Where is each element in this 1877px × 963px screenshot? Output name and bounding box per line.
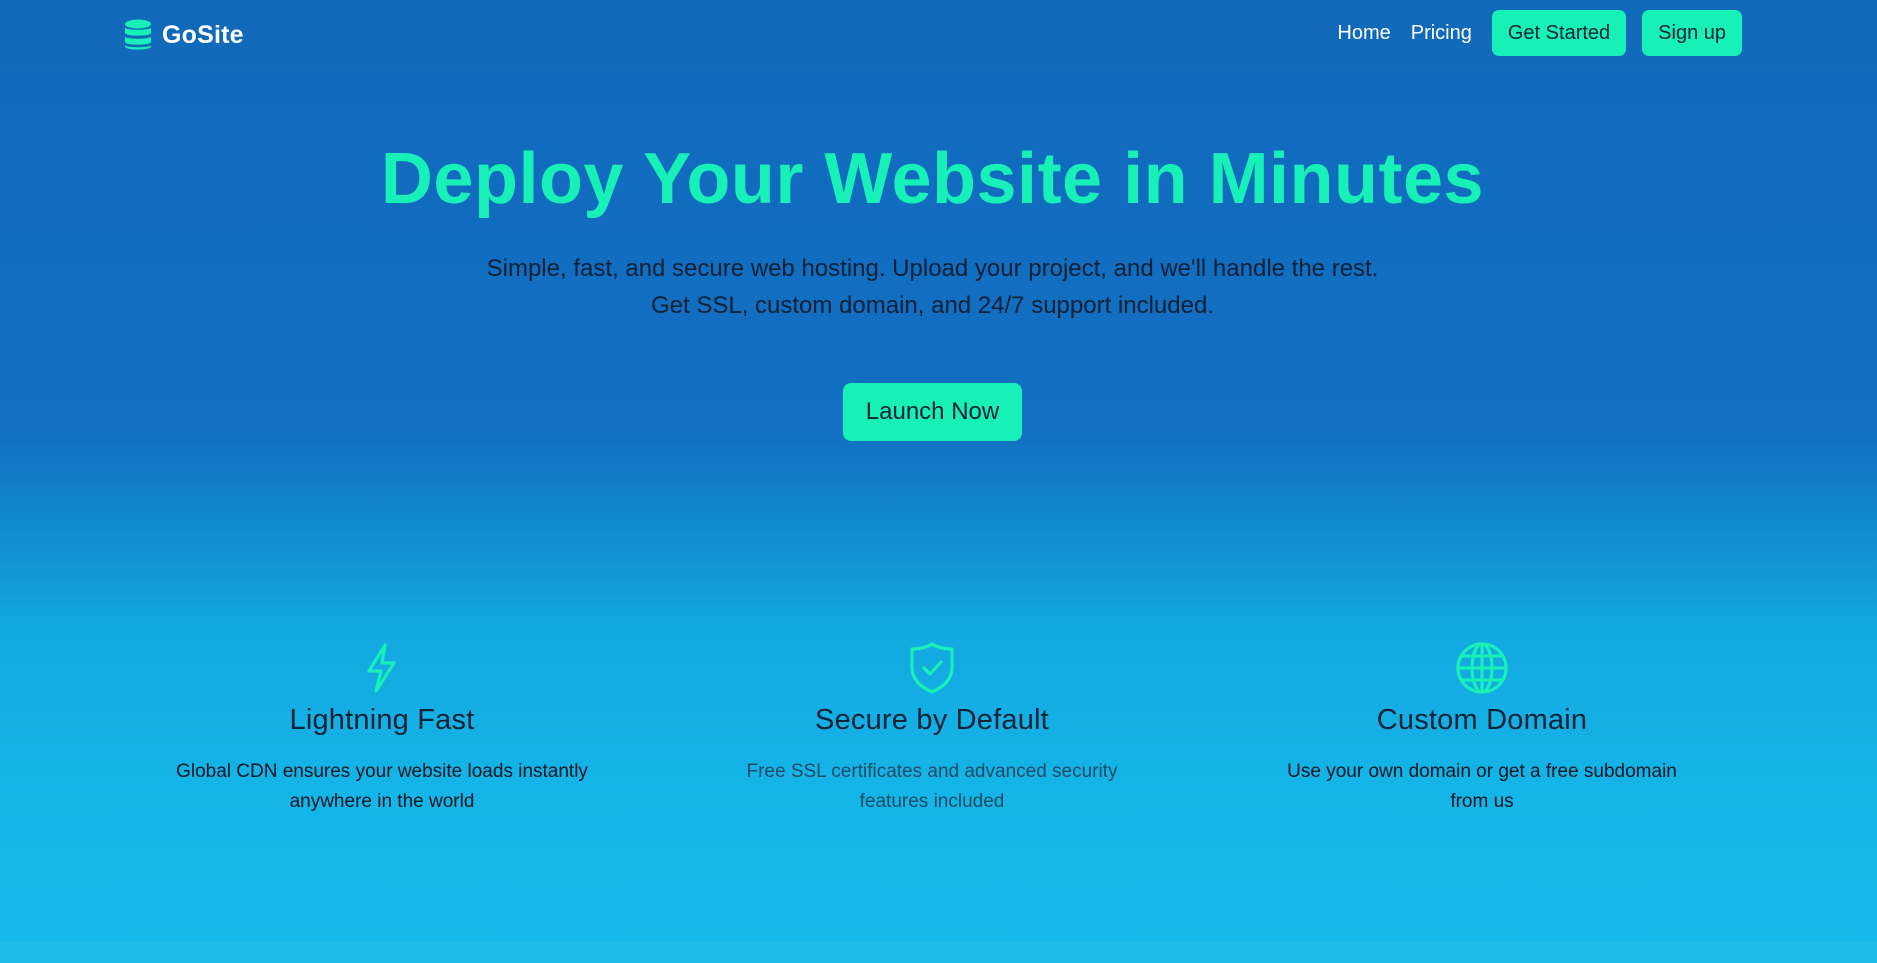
footer-band <box>0 942 1877 963</box>
main-nav: Home Pricing Get Started Sign up <box>1337 10 1742 56</box>
globe-icon <box>1456 642 1508 694</box>
feature-desc-line1: Free SSL certificates and advanced secur… <box>746 761 1118 782</box>
feature-lightning-fast: Lightning Fast Global CDN ensures your w… <box>152 640 612 817</box>
sign-up-button[interactable]: Sign up <box>1642 10 1742 56</box>
feature-desc-line2: from us <box>1450 791 1514 812</box>
feature-desc-line2: features included <box>859 791 1005 812</box>
feature-desc-line1: Use your own domain or get a free subdom… <box>1287 761 1677 782</box>
feature-secure-by-default: Secure by Default Free SSL certificates … <box>702 640 1162 817</box>
get-started-button[interactable]: Get Started <box>1491 10 1627 56</box>
lightning-icon <box>367 643 396 693</box>
feature-description: Use your own domain or get a free subdom… <box>1252 757 1712 817</box>
site-header: GoSite Home Pricing Get Started Sign up <box>0 0 1877 72</box>
nav-pricing-link[interactable]: Pricing <box>1411 22 1472 45</box>
brand-name: GoSite <box>162 20 244 49</box>
feature-description: Free SSL certificates and advanced secur… <box>702 757 1162 817</box>
hero-subtitle-line2: Get SSL, custom domain, and 24/7 support… <box>650 292 1214 319</box>
logo[interactable]: GoSite <box>124 18 244 52</box>
feature-custom-domain: Custom Domain Use your own domain or get… <box>1252 640 1712 817</box>
shield-check-icon <box>910 642 954 694</box>
hero-subtitle: Simple, fast, and secure web hosting. Up… <box>0 250 1865 324</box>
feature-desc-line1: Global CDN ensures your website loads in… <box>176 761 588 782</box>
feature-title: Lightning Fast <box>289 704 475 736</box>
launch-now-button[interactable]: Launch Now <box>843 383 1022 441</box>
nav-home-link[interactable]: Home <box>1337 22 1390 45</box>
hero-subtitle-line1: Simple, fast, and secure web hosting. Up… <box>486 255 1379 282</box>
hero-title: Deploy Your Website in Minutes <box>380 139 1485 219</box>
feature-title: Custom Domain <box>1376 704 1588 736</box>
feature-description: Global CDN ensures your website loads in… <box>152 757 612 817</box>
database-icon <box>125 19 151 50</box>
feature-desc-line2: anywhere in the world <box>289 791 475 812</box>
feature-title: Secure by Default <box>815 704 1049 736</box>
